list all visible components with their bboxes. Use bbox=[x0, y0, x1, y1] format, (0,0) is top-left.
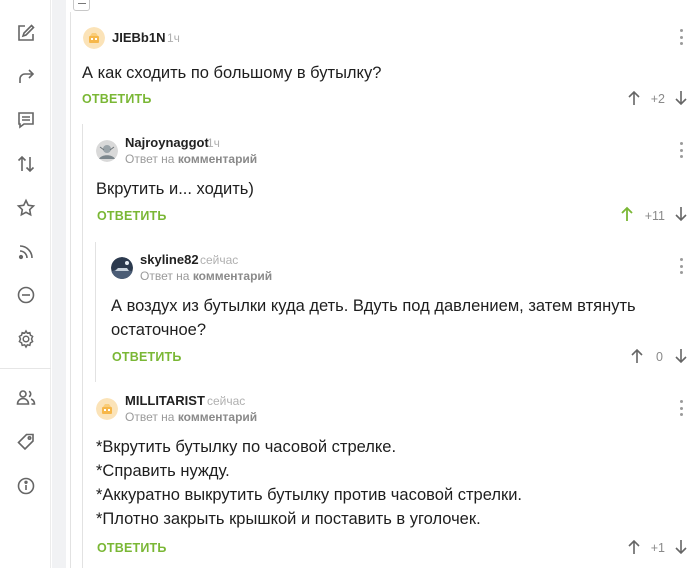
comment-text-line: *Плотно закрыть крышкой и поставить в уг… bbox=[96, 510, 481, 528]
rss-icon[interactable] bbox=[13, 239, 39, 265]
comment-text-line: *Аккуратно выкрутить бутылку против часо… bbox=[96, 486, 523, 504]
comment-text-line: А воздух из бутылки куда деть. Вдуть под… bbox=[111, 297, 636, 315]
comment-time: 1ч bbox=[207, 136, 220, 150]
comment-author[interactable]: MILLITARIST bbox=[125, 393, 205, 408]
downvote-icon[interactable] bbox=[674, 90, 688, 106]
comment-text-line: остаточное? bbox=[111, 321, 207, 339]
edit-icon[interactable] bbox=[13, 20, 39, 46]
comment-rating: +2 bbox=[650, 92, 665, 106]
comment-author[interactable]: skyline82 bbox=[140, 252, 199, 267]
collapse-thread-button[interactable] bbox=[73, 0, 90, 11]
reply-to-link[interactable]: комментарий bbox=[178, 152, 257, 166]
reply-to-link[interactable]: комментарий bbox=[193, 269, 272, 283]
reply-to-info: Ответ на комментарий bbox=[125, 152, 257, 166]
comment-text-line: *Справить нужду. bbox=[96, 462, 230, 480]
comment-rating: +1 bbox=[650, 541, 665, 555]
avatar bbox=[96, 398, 118, 420]
reply-button[interactable]: ОТВЕТИТЬ bbox=[97, 209, 167, 223]
avatar bbox=[96, 140, 118, 162]
upvote-icon[interactable] bbox=[620, 206, 634, 222]
reply-to-link[interactable]: комментарий bbox=[178, 410, 257, 424]
users-icon[interactable] bbox=[13, 384, 39, 410]
comment-time: 1ч bbox=[167, 31, 180, 45]
reply-button[interactable]: ОТВЕТИТЬ bbox=[82, 92, 152, 106]
avatar bbox=[111, 257, 133, 279]
reply-to-info: Ответ на комментарий bbox=[125, 410, 257, 424]
left-sidebar bbox=[0, 0, 51, 568]
comment-text: *Вкрутить бутылку по часовой стрелке. *С… bbox=[96, 435, 686, 531]
comment-time: сейчас bbox=[200, 253, 239, 267]
downvote-icon[interactable] bbox=[674, 206, 688, 222]
share-icon[interactable] bbox=[13, 63, 39, 89]
comment-text: А воздух из бутылки куда деть. Вдуть под… bbox=[111, 294, 686, 342]
reply-to-prefix: Ответ на bbox=[125, 152, 175, 166]
sidebar-gutter bbox=[52, 0, 66, 568]
star-icon[interactable] bbox=[13, 195, 39, 221]
more-options-icon[interactable] bbox=[678, 29, 684, 45]
settings-icon[interactable] bbox=[13, 326, 39, 352]
comments-icon[interactable] bbox=[13, 107, 39, 133]
ignore-icon[interactable] bbox=[13, 282, 39, 308]
tag-icon[interactable] bbox=[13, 429, 39, 455]
reply-button[interactable]: ОТВЕТИТЬ bbox=[97, 541, 167, 555]
comment-text: Вкрутить и... ходить) bbox=[96, 180, 254, 198]
comment-time: сейчас bbox=[207, 394, 246, 408]
reply-to-prefix: Ответ на bbox=[125, 410, 175, 424]
reply-button[interactable]: ОТВЕТИТЬ bbox=[112, 350, 182, 364]
comment-rating: 0 bbox=[656, 350, 663, 364]
info-icon[interactable] bbox=[13, 473, 39, 499]
comment-author[interactable]: Najroynaggot bbox=[125, 135, 209, 150]
avatar bbox=[83, 27, 105, 49]
comment-text-line: *Вкрутить бутылку по часовой стрелке. bbox=[96, 438, 397, 456]
thread-line bbox=[70, 12, 71, 568]
thread-line bbox=[95, 242, 96, 382]
reply-to-prefix: Ответ на bbox=[140, 269, 190, 283]
comment-text: А как сходить по большому в бутылку? bbox=[82, 64, 382, 82]
more-options-icon[interactable] bbox=[678, 400, 684, 416]
downvote-icon[interactable] bbox=[674, 348, 688, 364]
sort-icon[interactable] bbox=[13, 151, 39, 177]
more-options-icon[interactable] bbox=[678, 258, 684, 274]
comment-author[interactable]: JIEBb1N bbox=[112, 30, 165, 45]
reply-to-info: Ответ на комментарий bbox=[140, 269, 272, 283]
downvote-icon[interactable] bbox=[674, 539, 688, 555]
more-options-icon[interactable] bbox=[678, 142, 684, 158]
comment-rating: +11 bbox=[644, 209, 665, 223]
thread-line bbox=[82, 124, 83, 568]
